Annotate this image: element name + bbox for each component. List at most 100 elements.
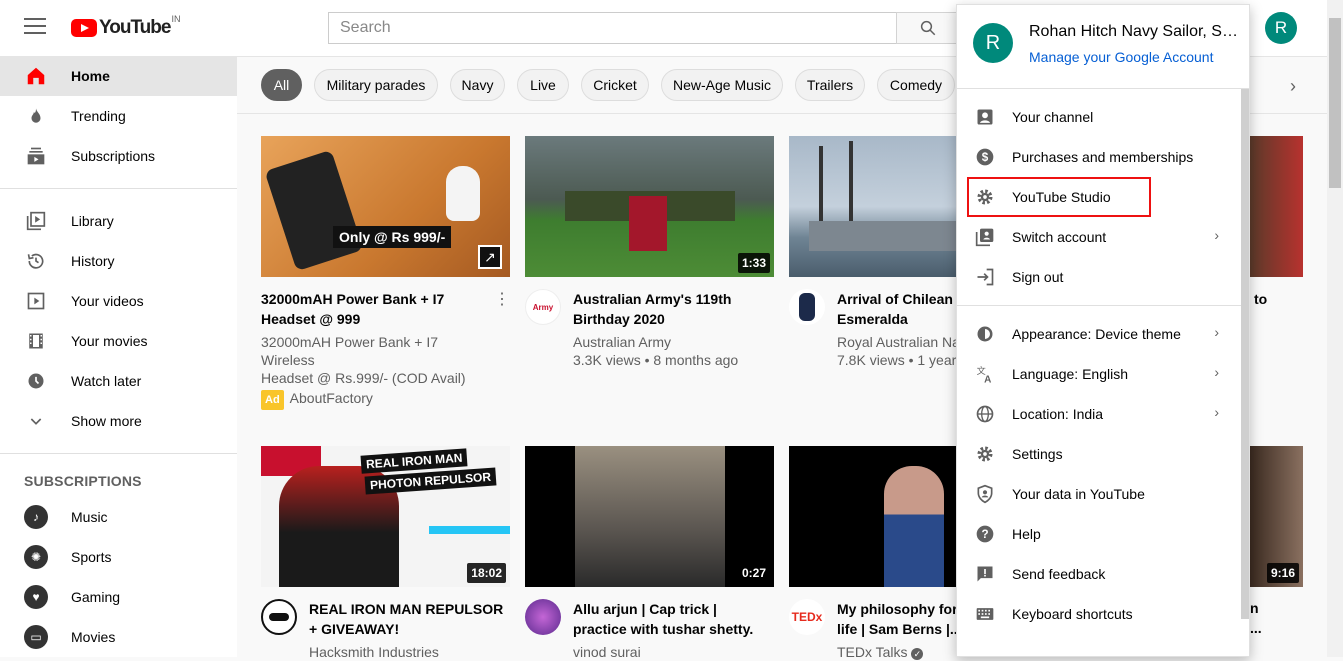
- sidebar-item-watch-later[interactable]: Watch later: [0, 361, 237, 401]
- menu-item-keyboard-shortcuts[interactable]: Keyboard shortcuts: [957, 594, 1249, 634]
- video-title[interactable]: 32000mAH Power Bank + I7 Headset @ 999: [261, 289, 494, 329]
- menu-item-help[interactable]: ? Help: [957, 514, 1249, 554]
- menu-item-language[interactable]: 文A Language: English ›: [957, 354, 1249, 394]
- movies-icon: ▭: [24, 625, 48, 649]
- video-card[interactable]: Only @ Rs 999/- ↗ 32000mAH Power Bank + …: [261, 136, 510, 410]
- video-thumbnail[interactable]: REAL IRON MAN PHOTON REPULSOR 18:02: [261, 446, 510, 587]
- menu-item-label: Sign out: [1012, 269, 1064, 285]
- globe-icon: [973, 402, 997, 426]
- home-icon: [24, 64, 48, 88]
- search-input[interactable]: Search: [328, 12, 897, 44]
- video-thumbnail[interactable]: [789, 136, 956, 277]
- channel-name[interactable]: Hacksmith Industries: [309, 643, 503, 661]
- channel-name[interactable]: TEDx Talks ✓: [837, 643, 956, 661]
- menu-item-label: Keyboard shortcuts: [1012, 606, 1133, 622]
- menu-item-purchases[interactable]: $ Purchases and memberships: [957, 137, 1249, 177]
- page-scrollbar-thumb[interactable]: [1329, 18, 1341, 188]
- menu-item-switch-account[interactable]: Switch account ›: [957, 217, 1249, 257]
- menu-item-your-data[interactable]: Your data in YouTube: [957, 474, 1249, 514]
- manage-google-account-link[interactable]: Manage your Google Account: [1029, 49, 1239, 65]
- menu-item-appearance[interactable]: Appearance: Device theme ›: [957, 314, 1249, 354]
- music-icon: ♪: [24, 505, 48, 529]
- video-title-partial[interactable]: to: [1254, 291, 1267, 307]
- search-button[interactable]: [896, 12, 960, 44]
- menu-item-send-feedback[interactable]: Send feedback: [957, 554, 1249, 594]
- sidebar-item-library[interactable]: Library: [0, 201, 237, 241]
- sidebar-item-sports[interactable]: ✺ Sports: [0, 537, 237, 577]
- sidebar-item-history[interactable]: History: [0, 241, 237, 281]
- menu-item-sign-out[interactable]: Sign out: [957, 257, 1249, 297]
- youtube-logo[interactable]: YouTube IN: [71, 14, 180, 40]
- sidebar-item-movies[interactable]: ▭ Movies: [0, 617, 237, 657]
- menu-item-label: Switch account: [1012, 229, 1107, 245]
- translate-icon: 文A: [973, 362, 997, 386]
- chips-next-chevron-icon[interactable]: ›: [1290, 76, 1296, 97]
- account-menu: R Rohan Hitch Navy Sailor, Sy... Manage …: [956, 4, 1250, 657]
- external-link-icon[interactable]: ↗: [478, 245, 502, 269]
- chip-live[interactable]: Live: [517, 69, 569, 101]
- video-thumbnail-partial[interactable]: 9:16: [1250, 446, 1303, 587]
- video-title[interactable]: My philosophy for alife | Sam Berns |...: [837, 599, 956, 639]
- video-title[interactable]: Arrival of Chilean taEsmeralda: [837, 289, 956, 329]
- ship-mast-image: [849, 141, 853, 226]
- more-options-icon[interactable]: ⋮: [494, 289, 510, 410]
- menu-item-your-channel[interactable]: Your channel: [957, 97, 1249, 137]
- video-thumbnail[interactable]: [789, 446, 956, 587]
- menu-item-settings[interactable]: Settings: [957, 434, 1249, 474]
- chip-military-parades[interactable]: Military parades: [314, 69, 438, 101]
- video-card[interactable]: Arrival of Chilean taEsmeralda Royal Aus…: [789, 136, 956, 369]
- channel-avatar[interactable]: TEDx: [789, 599, 825, 635]
- video-title-partial[interactable]: ...: [1250, 620, 1262, 636]
- chip-all[interactable]: All: [261, 69, 302, 101]
- channel-name[interactable]: vinod surai: [573, 643, 753, 661]
- ad-badge: Ad: [261, 390, 284, 410]
- account-avatar-button[interactable]: R: [1265, 12, 1297, 44]
- channel-avatar[interactable]: Army: [525, 289, 561, 325]
- video-meta: Australian Army 3.3K views • 8 months ago: [573, 334, 739, 368]
- video-card[interactable]: REAL IRON MAN PHOTON REPULSOR 18:02 REAL…: [261, 446, 510, 661]
- chip-comedy[interactable]: Comedy: [877, 69, 955, 101]
- video-info: 32000mAH Power Bank + I7 Headset @ 999 32…: [261, 289, 510, 410]
- library-icon: [24, 209, 48, 233]
- sidebar-item-subscriptions[interactable]: Subscriptions: [0, 136, 237, 176]
- chip-new-age-music[interactable]: New-Age Music: [661, 69, 783, 101]
- channel-avatar[interactable]: [261, 599, 297, 635]
- video-title[interactable]: Australian Army's 119th Birthday 2020: [573, 289, 738, 329]
- video-title-partial[interactable]: n: [1250, 600, 1259, 616]
- video-info: TEDx My philosophy for alife | Sam Berns…: [789, 599, 956, 661]
- video-thumbnail-partial[interactable]: [1250, 136, 1303, 277]
- sidebar-item-your-movies[interactable]: Your movies: [0, 321, 237, 361]
- subscriptions-heading: SUBSCRIPTIONS: [24, 473, 142, 489]
- menu-item-location[interactable]: Location: India ›: [957, 394, 1249, 434]
- channel-avatar[interactable]: [525, 599, 561, 635]
- menu-scrollbar[interactable]: [1241, 89, 1249, 619]
- video-title[interactable]: Allu arjun | Cap trick | practice with tu…: [573, 599, 753, 639]
- sidebar-item-music[interactable]: ♪ Music: [0, 497, 237, 537]
- sidebar-item-trending[interactable]: Trending: [0, 96, 237, 136]
- video-card[interactable]: 0:27 Allu arjun | Cap trick | practice wi…: [525, 446, 774, 661]
- video-thumbnail[interactable]: 1:33: [525, 136, 774, 277]
- sidebar-item-show-more[interactable]: Show more: [0, 401, 237, 441]
- video-thumbnail[interactable]: 0:27: [525, 446, 774, 587]
- sidebar-item-home[interactable]: Home: [0, 56, 237, 96]
- menu-item-label: Settings: [1012, 446, 1063, 462]
- chip-cricket[interactable]: Cricket: [581, 69, 649, 101]
- earbud-image: [446, 166, 480, 221]
- sidebar-item-gaming[interactable]: ♥ Gaming: [0, 577, 237, 617]
- video-thumbnail[interactable]: Only @ Rs 999/- ↗: [261, 136, 510, 277]
- film-icon: [24, 329, 48, 353]
- video-card[interactable]: 1:33 Army Australian Army's 119th Birthda…: [525, 136, 774, 369]
- sidebar-item-label: Your movies: [71, 333, 148, 349]
- video-title[interactable]: REAL IRON MAN REPULSOR + GIVEAWAY!: [309, 599, 503, 639]
- help-icon: ?: [973, 522, 997, 546]
- chip-navy[interactable]: Navy: [450, 69, 505, 101]
- menu-item-youtube-studio[interactable]: YouTube Studio: [967, 177, 1151, 217]
- speaker-image: [884, 466, 944, 587]
- sidebar-item-label: Home: [71, 68, 110, 84]
- hamburger-menu-icon[interactable]: [24, 18, 46, 36]
- chip-trailers[interactable]: Trailers: [795, 69, 865, 101]
- sidebar-item-your-videos[interactable]: Your videos: [0, 281, 237, 321]
- video-card[interactable]: TEDx My philosophy for alife | Sam Berns…: [789, 446, 956, 661]
- channel-avatar[interactable]: [789, 289, 825, 325]
- channel-name[interactable]: AboutFactory: [290, 390, 373, 406]
